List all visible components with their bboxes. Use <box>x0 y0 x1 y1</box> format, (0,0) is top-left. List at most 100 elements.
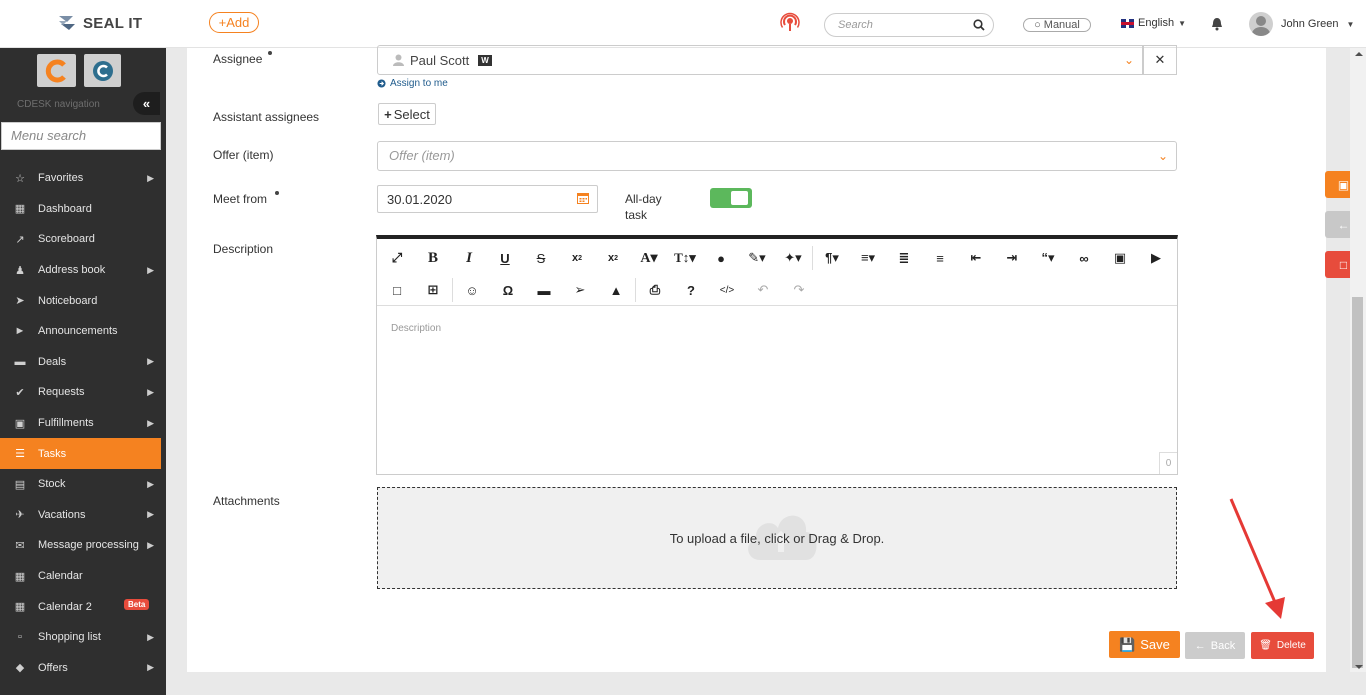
scroll-down-icon[interactable] <box>1355 665 1363 669</box>
font-family-icon[interactable]: A▾ <box>631 244 667 272</box>
chevron-right-icon: ▶ <box>147 539 154 550</box>
menu-search-input[interactable]: Menu search <box>1 122 161 150</box>
cdesk-orange-logo-icon[interactable] <box>37 54 76 87</box>
scrollbar-thumb[interactable] <box>1352 297 1363 668</box>
emoticon-icon[interactable]: ☺ <box>454 276 490 304</box>
attachment-dropzone[interactable]: To upload a file, click or Drag & Drop. <box>377 487 1177 589</box>
paper-plane-icon: ➤ <box>15 295 25 308</box>
subscript-icon[interactable]: x2 <box>559 244 595 272</box>
select-all-icon[interactable]: ➢ <box>562 276 598 304</box>
upload-text: To upload a file, click or Drag & Drop. <box>669 530 885 546</box>
chevron-down-icon[interactable]: ⌄ <box>1124 53 1134 67</box>
align-icon[interactable]: ≡▾ <box>850 244 886 272</box>
bell-icon[interactable] <box>1211 17 1223 31</box>
sidebar-item-shopping-list[interactable]: ▫ Shopping list ▶ <box>0 622 161 653</box>
user-icon <box>393 54 404 66</box>
meet-from-date-input[interactable]: 30.01.2020 <box>377 185 598 213</box>
user-menu[interactable]: John Green ▼ <box>1249 12 1354 36</box>
magic-wand-icon[interactable]: ✦▾ <box>775 244 811 272</box>
sidebar-item-message-processing[interactable]: ✉ Message processing ▶ <box>0 530 161 561</box>
attachments-label: Attachments <box>213 494 280 508</box>
eraser-icon[interactable]: ▲ <box>598 276 634 304</box>
quote-icon[interactable]: “▾ <box>1030 244 1066 272</box>
undo-icon[interactable]: ↶ <box>745 276 781 304</box>
sidebar-item-scoreboard[interactable]: ↗ Scoreboard <box>0 224 161 255</box>
brush-icon[interactable]: ✎▾ <box>739 244 775 272</box>
required-dot <box>268 51 272 55</box>
sidebar-item-calendar[interactable]: ▦ Calendar <box>0 561 161 592</box>
paragraph-icon[interactable]: ¶▾ <box>814 244 850 272</box>
help-icon[interactable]: ? <box>673 276 709 304</box>
sidebar-item-label: Announcements <box>38 325 118 338</box>
editor-toolbar-row-1: ⤢ B I U S x2 x2 A▾ T↕▾ ● ✎▾ ✦▾ ¶▾ ≡▾ ≣ ≡… <box>379 242 1174 274</box>
calendar-icon[interactable] <box>577 192 589 204</box>
delete-button[interactable]: 🗑 Delete <box>1251 632 1314 659</box>
all-day-toggle[interactable] <box>710 188 752 208</box>
horizontal-line-icon[interactable]: ▬ <box>526 276 562 304</box>
special-characters-icon[interactable]: Ω <box>490 276 526 304</box>
description-placeholder[interactable]: Description <box>391 323 441 334</box>
assign-to-me-link[interactable]: Assign to me <box>377 78 448 89</box>
code-view-icon[interactable]: </> <box>709 276 745 304</box>
superscript-icon[interactable]: x2 <box>595 244 631 272</box>
redo-icon[interactable]: ↷ <box>781 276 817 304</box>
bold-icon[interactable]: B <box>415 244 451 272</box>
assignee-select[interactable]: Paul Scott W <box>377 45 1143 75</box>
select-assistants-button[interactable]: + Select <box>378 103 436 125</box>
save-button[interactable]: 💾 Save <box>1109 631 1180 658</box>
sidebar-item-noticeboard[interactable]: ➤ Noticeboard <box>0 285 161 316</box>
select-label: Select <box>393 106 430 122</box>
image-icon[interactable]: ▣ <box>1102 244 1138 272</box>
sidebar-item-calendar-2[interactable]: ▦ Calendar 2 Beta <box>0 591 161 622</box>
outdent-icon[interactable]: ⇤ <box>958 244 994 272</box>
ordered-list-icon[interactable]: ≣ <box>886 244 922 272</box>
back-button[interactable]: ← Back <box>1185 632 1245 659</box>
logo[interactable]: SEAL IT <box>57 14 142 32</box>
search-icon[interactable] <box>973 19 985 31</box>
cart-icon: ▫ <box>18 631 22 644</box>
chevron-down-icon[interactable]: ⌄ <box>1158 149 1168 163</box>
sidebar-item-favorites[interactable]: ☆ Favorites ▶ <box>0 163 161 194</box>
sidebar-item-dashboard[interactable]: ▦ Dashboard <box>0 194 161 225</box>
print-icon[interactable]: ⎙ <box>637 276 673 304</box>
sidebar-item-announcements[interactable]: ► Announcements <box>0 316 161 347</box>
collapse-sidebar-icon[interactable]: « <box>133 92 160 115</box>
add-button[interactable]: +Add <box>209 12 259 33</box>
italic-icon[interactable]: I <box>451 244 487 272</box>
clear-assignee-button[interactable]: ✕ <box>1143 45 1177 75</box>
bar-chart-icon: ▦ <box>14 203 26 216</box>
sidebar-item-stock[interactable]: ▤ Stock ▶ <box>0 469 161 500</box>
sidebar-item-offers[interactable]: ◆ Offers ▶ <box>0 653 161 684</box>
sidebar-item-fulfillments[interactable]: ▣ Fulfillments ▶ <box>0 408 161 439</box>
all-day-label-task: task <box>625 208 648 222</box>
chevron-down-icon: ▼ <box>1346 19 1355 29</box>
nav-label: CDESK navigation <box>17 99 100 110</box>
fullscreen-icon[interactable]: ⤢ <box>379 244 415 272</box>
underline-icon[interactable]: U <box>487 244 523 272</box>
sidebar-item-vacations[interactable]: ✈ Vacations ▶ <box>0 500 161 531</box>
search-input[interactable]: Search <box>824 13 994 37</box>
strikethrough-icon[interactable]: S <box>523 244 559 272</box>
sidebar-item-requests[interactable]: ✔ Requests ▶ <box>0 377 161 408</box>
font-size-icon[interactable]: T↕▾ <box>667 244 703 272</box>
sidebar-item-tasks[interactable]: ☰ Tasks <box>0 438 161 469</box>
document-icon[interactable]: □ <box>379 276 415 304</box>
table-icon[interactable]: ⊞ <box>415 276 451 304</box>
color-drop-icon[interactable]: ● <box>703 244 739 272</box>
scroll-up-icon[interactable] <box>1355 52 1363 56</box>
sidebar-item-deals[interactable]: ▬ Deals ▶ <box>0 347 161 378</box>
offer-select[interactable]: Offer (item) <box>377 141 1177 171</box>
link-icon[interactable]: ∞ <box>1066 244 1102 272</box>
cdesk-blue-logo-icon[interactable] <box>84 54 121 87</box>
indent-icon[interactable]: ⇥ <box>994 244 1030 272</box>
megaphone-icon: ► <box>14 325 26 338</box>
sidebar-item-address-book[interactable]: ♟ Address book ▶ <box>0 255 161 286</box>
calendar-icon: ▦ <box>14 601 26 614</box>
arrow-circle-right-icon <box>377 79 386 88</box>
line-chart-icon: ↗ <box>15 233 25 246</box>
unordered-list-icon[interactable]: ≡ <box>922 244 958 272</box>
broadcast-icon[interactable] <box>780 12 800 32</box>
manual-button[interactable]: ○ Manual <box>1023 18 1091 32</box>
language-selector[interactable]: English ▼ <box>1121 17 1186 29</box>
video-icon[interactable]: ▶ <box>1138 244 1174 272</box>
